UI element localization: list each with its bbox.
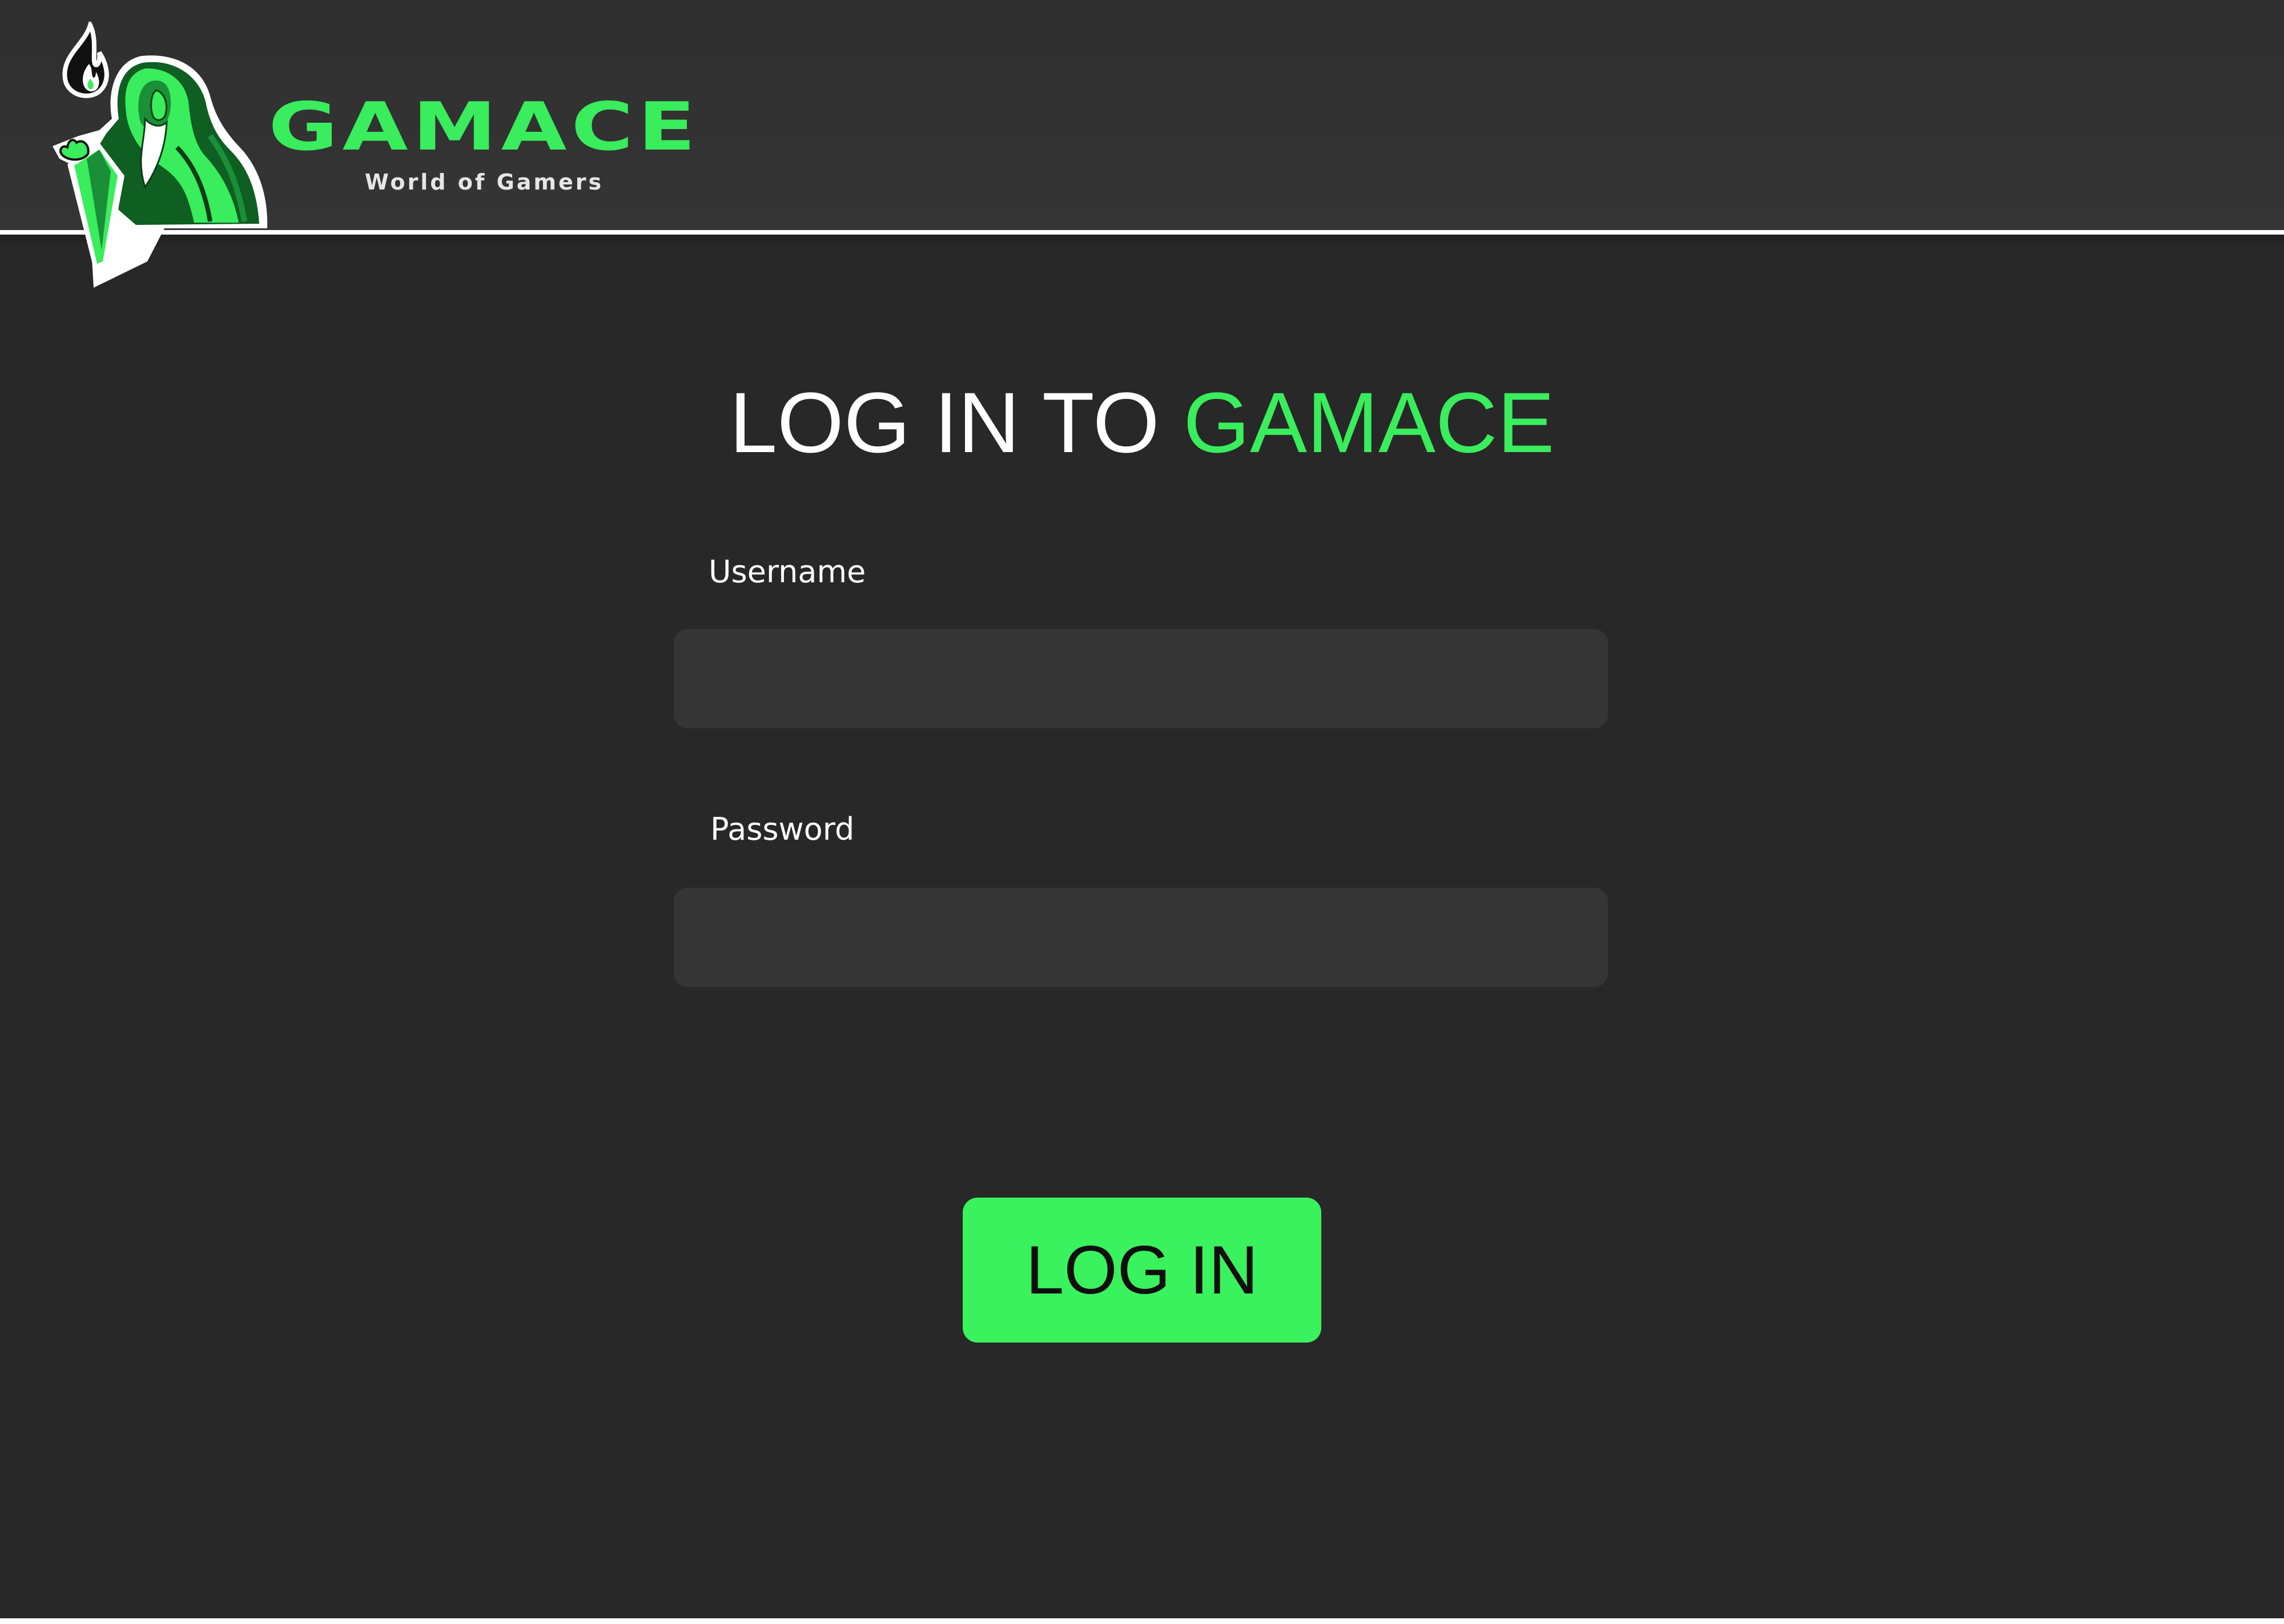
page-title: LOG IN TO GAMACE xyxy=(0,374,2284,471)
login-button[interactable]: LOG IN xyxy=(963,1198,1321,1343)
username-label: Username xyxy=(709,554,866,590)
header-divider xyxy=(0,230,2284,235)
login-page: GAMACE World of Gamers LOG IN TO GAMACE … xyxy=(0,0,2284,1624)
brand-logo[interactable]: GAMACE World of Gamers xyxy=(268,94,695,195)
header-shadow xyxy=(0,235,2284,247)
username-input[interactable] xyxy=(674,629,1608,728)
page-title-prefix: LOG IN TO xyxy=(729,374,1160,470)
brand-name: GAMACE xyxy=(268,88,700,166)
page-title-accent: GAMACE xyxy=(1183,374,1555,470)
brand-tagline: World of Gamers xyxy=(364,170,604,195)
password-label: Password xyxy=(710,811,855,847)
password-input[interactable] xyxy=(674,888,1608,987)
bottom-border xyxy=(0,1618,2284,1624)
